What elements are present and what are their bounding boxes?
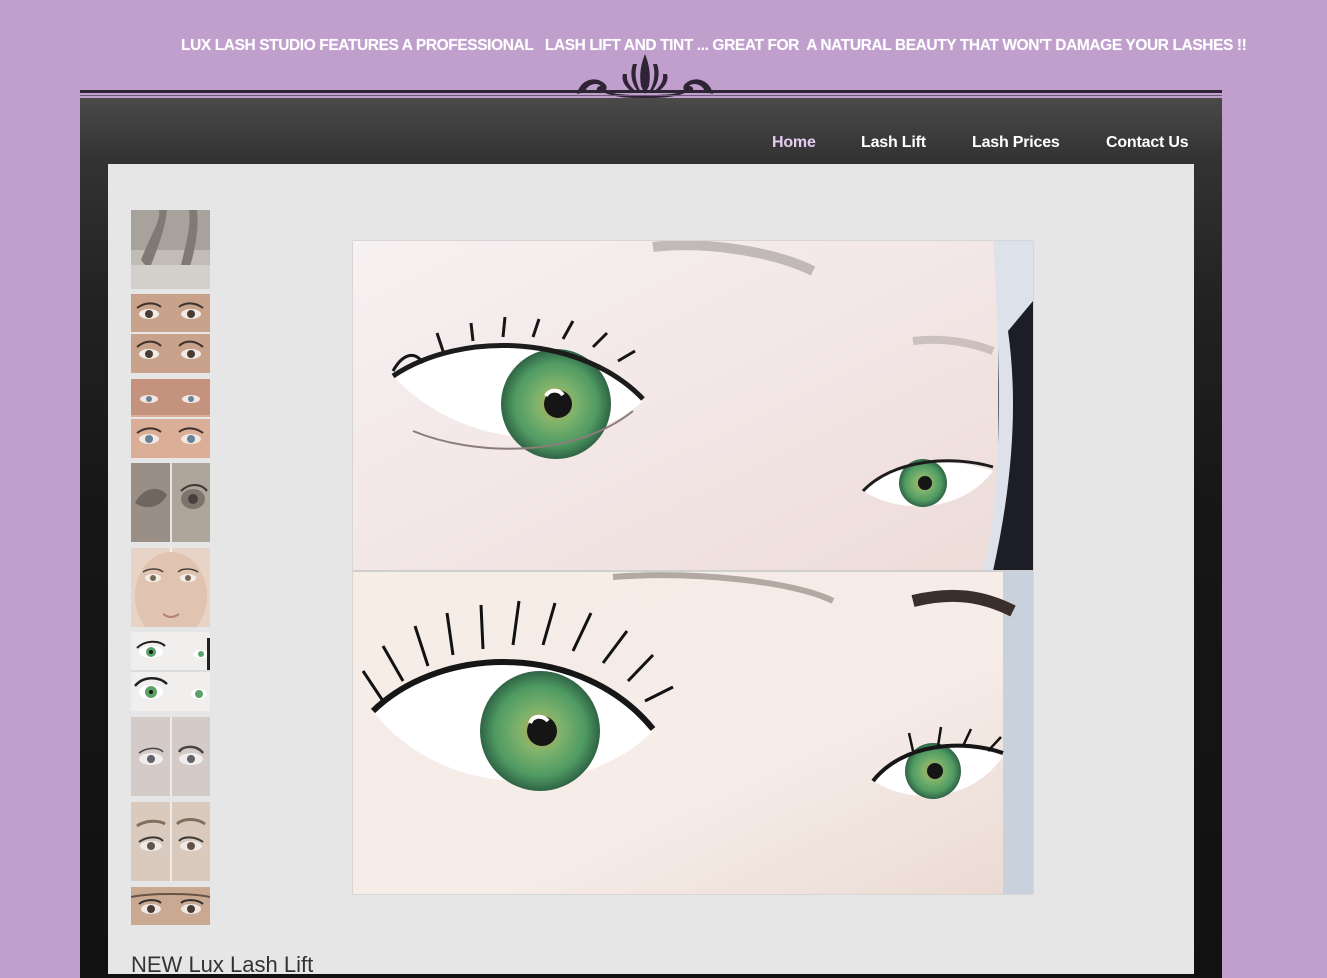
gallery-thumbnail[interactable] (131, 717, 210, 796)
header-divider (80, 90, 1222, 93)
gallery-thumbnail[interactable] (131, 294, 210, 373)
main-nav: Home Lash Lift Lash Prices Contact Us (0, 134, 1327, 156)
gallery-thumbnail[interactable] (131, 548, 210, 627)
section-heading: NEW Lux Lash Lift (131, 952, 314, 977)
gallery-thumbnail[interactable] (131, 887, 210, 925)
gallery-thumbnail[interactable] (131, 802, 210, 881)
nav-lash-prices[interactable]: Lash Prices (972, 134, 1060, 152)
nav-home[interactable]: Home (772, 134, 816, 152)
gallery-thumbnail[interactable] (131, 210, 210, 289)
gallery-thumbnail-selected[interactable] (131, 632, 210, 711)
header-tagline: LUX LASH STUDIO FEATURES A PROFESSIONAL … (181, 37, 1247, 54)
header-divider-thin (80, 95, 1222, 96)
nav-lash-lift[interactable]: Lash Lift (861, 134, 926, 152)
gallery-thumbnail[interactable] (131, 379, 210, 458)
gallery-thumbnail[interactable] (131, 463, 210, 542)
main-gallery-photo[interactable] (353, 241, 1033, 894)
nav-contact-us[interactable]: Contact Us (1106, 134, 1189, 152)
